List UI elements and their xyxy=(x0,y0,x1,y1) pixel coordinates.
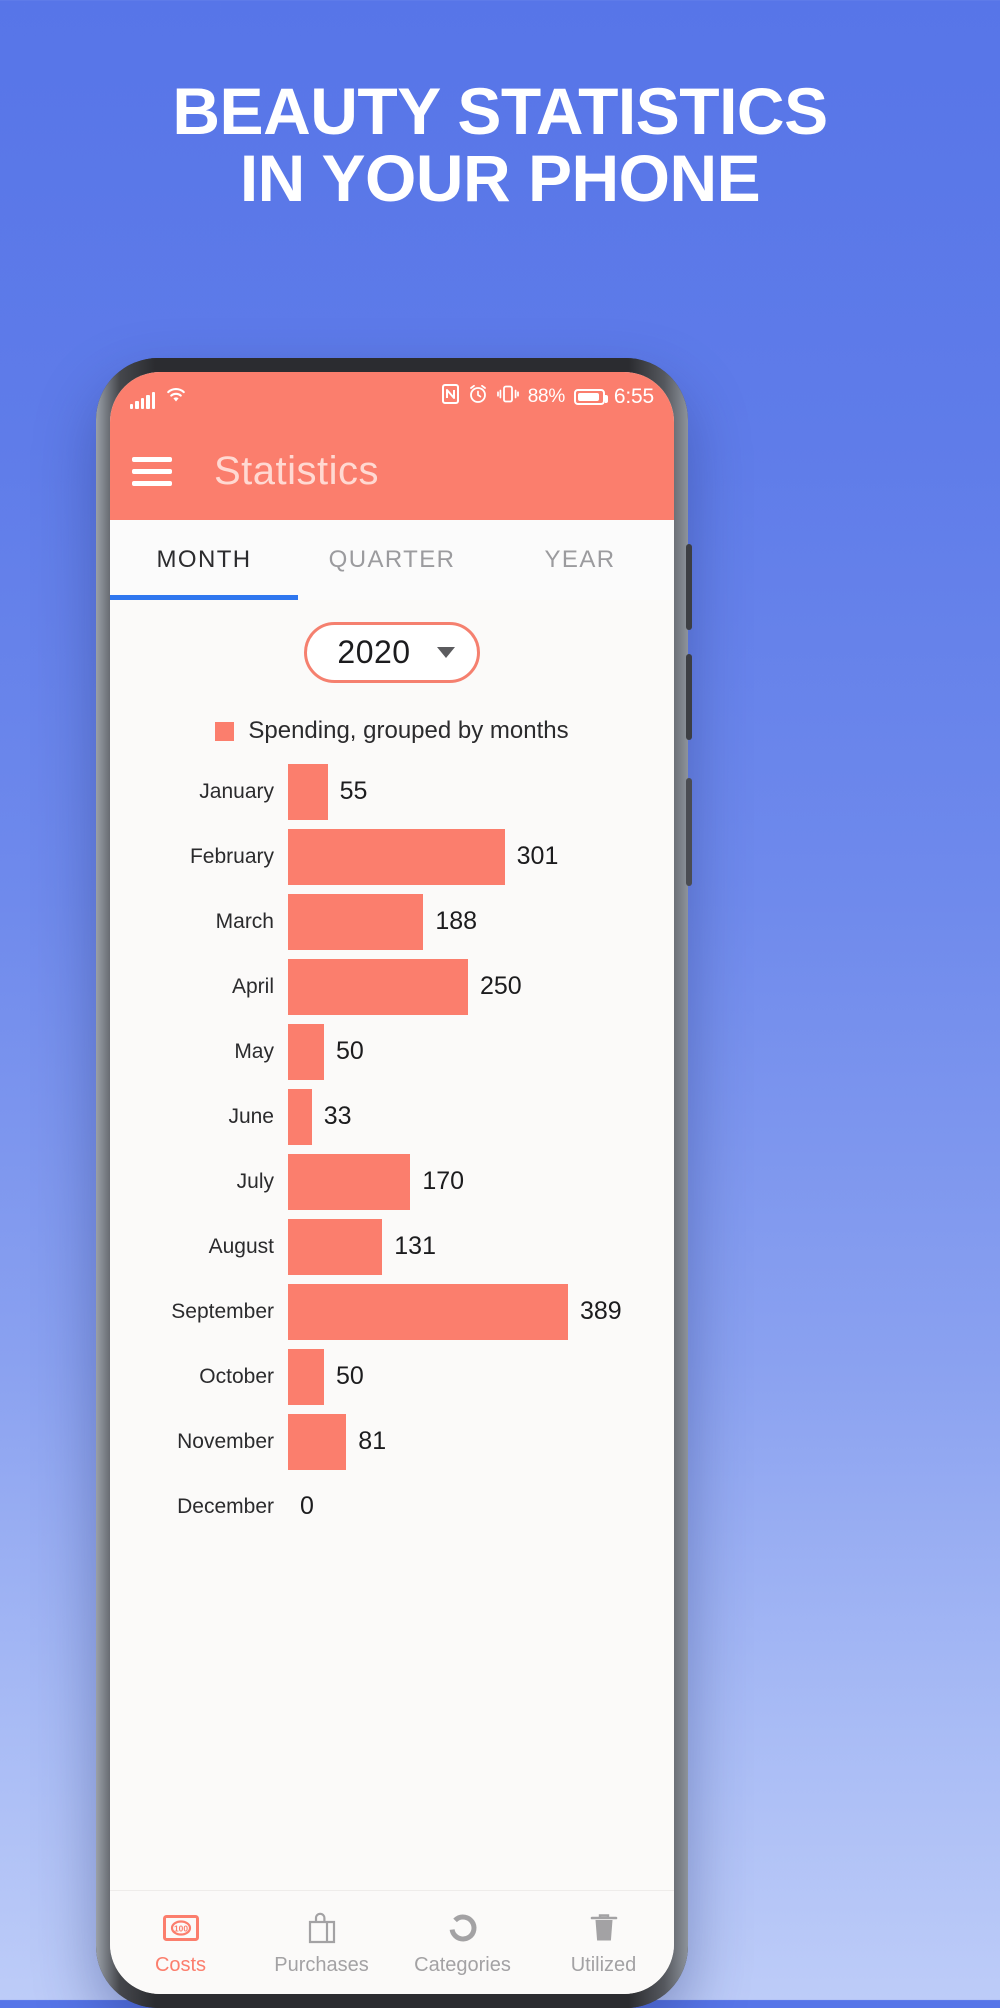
banknote-100-icon: 100 xyxy=(162,1909,199,1947)
vibrate-icon xyxy=(496,384,519,410)
chart-bar xyxy=(288,1088,312,1145)
nav-label-costs: Costs xyxy=(154,1953,207,1976)
chart-row: November 81 xyxy=(120,1409,674,1474)
nav-label-purchases: Purchases xyxy=(274,1953,369,1976)
trash-can-icon xyxy=(588,1909,620,1947)
chart-row-label: November xyxy=(177,1429,274,1453)
chart-row-label: March xyxy=(215,909,274,933)
chart-row-label: September xyxy=(171,1299,274,1323)
chart-bar xyxy=(288,1023,324,1080)
year-select-value: 2020 xyxy=(337,634,411,670)
shopping-bag-icon xyxy=(305,1909,339,1947)
chart-row-value: 55 xyxy=(339,777,368,805)
status-bar-right: 88% 6:55 xyxy=(441,384,654,410)
tab-month[interactable]: MONTH xyxy=(110,520,298,600)
chart-row-value: 250 xyxy=(479,972,522,1000)
chart-row-label: May xyxy=(234,1039,274,1063)
chevron-down-icon xyxy=(436,647,455,658)
chart-row: May 50 xyxy=(120,1019,674,1084)
chart-row-label: April xyxy=(231,974,274,998)
chart-bar xyxy=(288,893,424,950)
period-tabs: MONTH QUARTER YEAR xyxy=(110,520,674,600)
chart-bar xyxy=(288,828,505,885)
chart-legend: Spending, grouped by months xyxy=(110,717,674,745)
chart-row-value: 33 xyxy=(323,1102,352,1130)
nav-label-utilized: Utilized xyxy=(570,1953,637,1976)
legend-swatch xyxy=(215,721,235,741)
chart-bar xyxy=(288,1218,383,1275)
chart-row: August 131 xyxy=(120,1214,674,1279)
chart-row-label: June xyxy=(228,1104,274,1128)
battery-icon xyxy=(573,389,608,405)
nav-item-costs[interactable]: 100 Costs xyxy=(110,1909,251,1977)
chart-row: July 170 xyxy=(120,1149,674,1214)
statistics-content: 2020 Spending, grouped by months January… xyxy=(110,600,674,1890)
chart-row-label: October xyxy=(199,1364,274,1388)
battery-percent-label: 88% xyxy=(527,386,565,407)
chart-row: April 250 xyxy=(120,954,674,1019)
nav-item-purchases[interactable]: Purchases xyxy=(251,1909,392,1977)
nfc-icon xyxy=(441,384,459,410)
year-select-wrapper: 2020 xyxy=(110,622,674,683)
chart-bar xyxy=(288,1413,347,1470)
chart-row-label: December xyxy=(177,1494,274,1518)
chart-row-label: January xyxy=(199,779,274,803)
headline-line-2: IN YOUR PHONE xyxy=(239,141,761,216)
chart-bar xyxy=(288,1283,568,1340)
chart-row-value: 50 xyxy=(335,1037,364,1065)
chart-row: September 389 xyxy=(120,1279,674,1344)
alarm-clock-icon xyxy=(468,384,488,410)
chart-row-value: 81 xyxy=(358,1427,387,1455)
donut-chart-icon xyxy=(446,1909,480,1947)
volume-up-button[interactable] xyxy=(686,544,692,630)
chart-row: December 0 xyxy=(120,1474,674,1539)
chart-bar xyxy=(288,958,468,1015)
power-button[interactable] xyxy=(686,778,692,886)
headline-line-1: BEAUTY STATISTICS xyxy=(172,74,828,148)
chart-row: March 188 xyxy=(120,889,674,954)
chart-row-value: 131 xyxy=(394,1232,436,1260)
chart-row-value: 188 xyxy=(435,907,478,935)
spending-bar-chart: January 55 February 301 March 188 April 250 May 5… xyxy=(110,759,674,1539)
volume-down-button[interactable] xyxy=(686,654,692,740)
nav-item-categories[interactable]: Categories xyxy=(392,1909,533,1977)
chart-row-value: 0 xyxy=(300,1492,314,1520)
status-bar: 88% 6:55 xyxy=(110,372,674,422)
nav-label-categories: Categories xyxy=(414,1953,511,1976)
phone-mockup: 88% 6:55 Statistics MONTH QUARTER YEAR 2… xyxy=(96,358,692,2008)
bottom-navigation: 100 Costs Purchases Categories Utilized xyxy=(110,1890,674,1994)
wifi-icon xyxy=(164,385,188,409)
chart-row: January 55 xyxy=(120,759,674,824)
chart-row-value: 301 xyxy=(516,842,559,870)
chart-row: June 33 xyxy=(120,1084,674,1149)
svg-text:100: 100 xyxy=(174,1923,188,1933)
chart-row: February 301 xyxy=(120,824,674,889)
chart-row-value: 170 xyxy=(422,1167,465,1195)
status-bar-clock: 6:55 xyxy=(613,385,654,408)
legend-label: Spending, grouped by months xyxy=(248,717,569,744)
phone-screen: 88% 6:55 Statistics MONTH QUARTER YEAR 2… xyxy=(110,372,674,1994)
chart-row-label: July xyxy=(236,1169,274,1193)
page-headline: BEAUTY STATISTICS IN YOUR PHONE xyxy=(0,77,1000,216)
hamburger-menu-icon[interactable] xyxy=(132,450,172,493)
nav-item-utilized[interactable]: Utilized xyxy=(533,1909,674,1977)
tab-year[interactable]: YEAR xyxy=(486,520,674,600)
chart-row-value: 50 xyxy=(335,1362,364,1390)
chart-bar xyxy=(288,763,328,820)
app-bar-title: Statistics xyxy=(214,448,380,493)
chart-row-value: 389 xyxy=(580,1297,622,1325)
chart-row: October 50 xyxy=(120,1344,674,1409)
chart-row-label: February xyxy=(189,844,274,868)
signal-bars-icon xyxy=(130,392,155,409)
status-bar-left xyxy=(130,385,188,409)
app-bar: Statistics xyxy=(110,422,674,520)
year-select[interactable]: 2020 xyxy=(304,622,480,683)
chart-row-label: August xyxy=(208,1234,274,1258)
tab-quarter[interactable]: QUARTER xyxy=(298,520,486,600)
chart-bar xyxy=(288,1153,411,1210)
chart-bar xyxy=(288,1348,324,1405)
